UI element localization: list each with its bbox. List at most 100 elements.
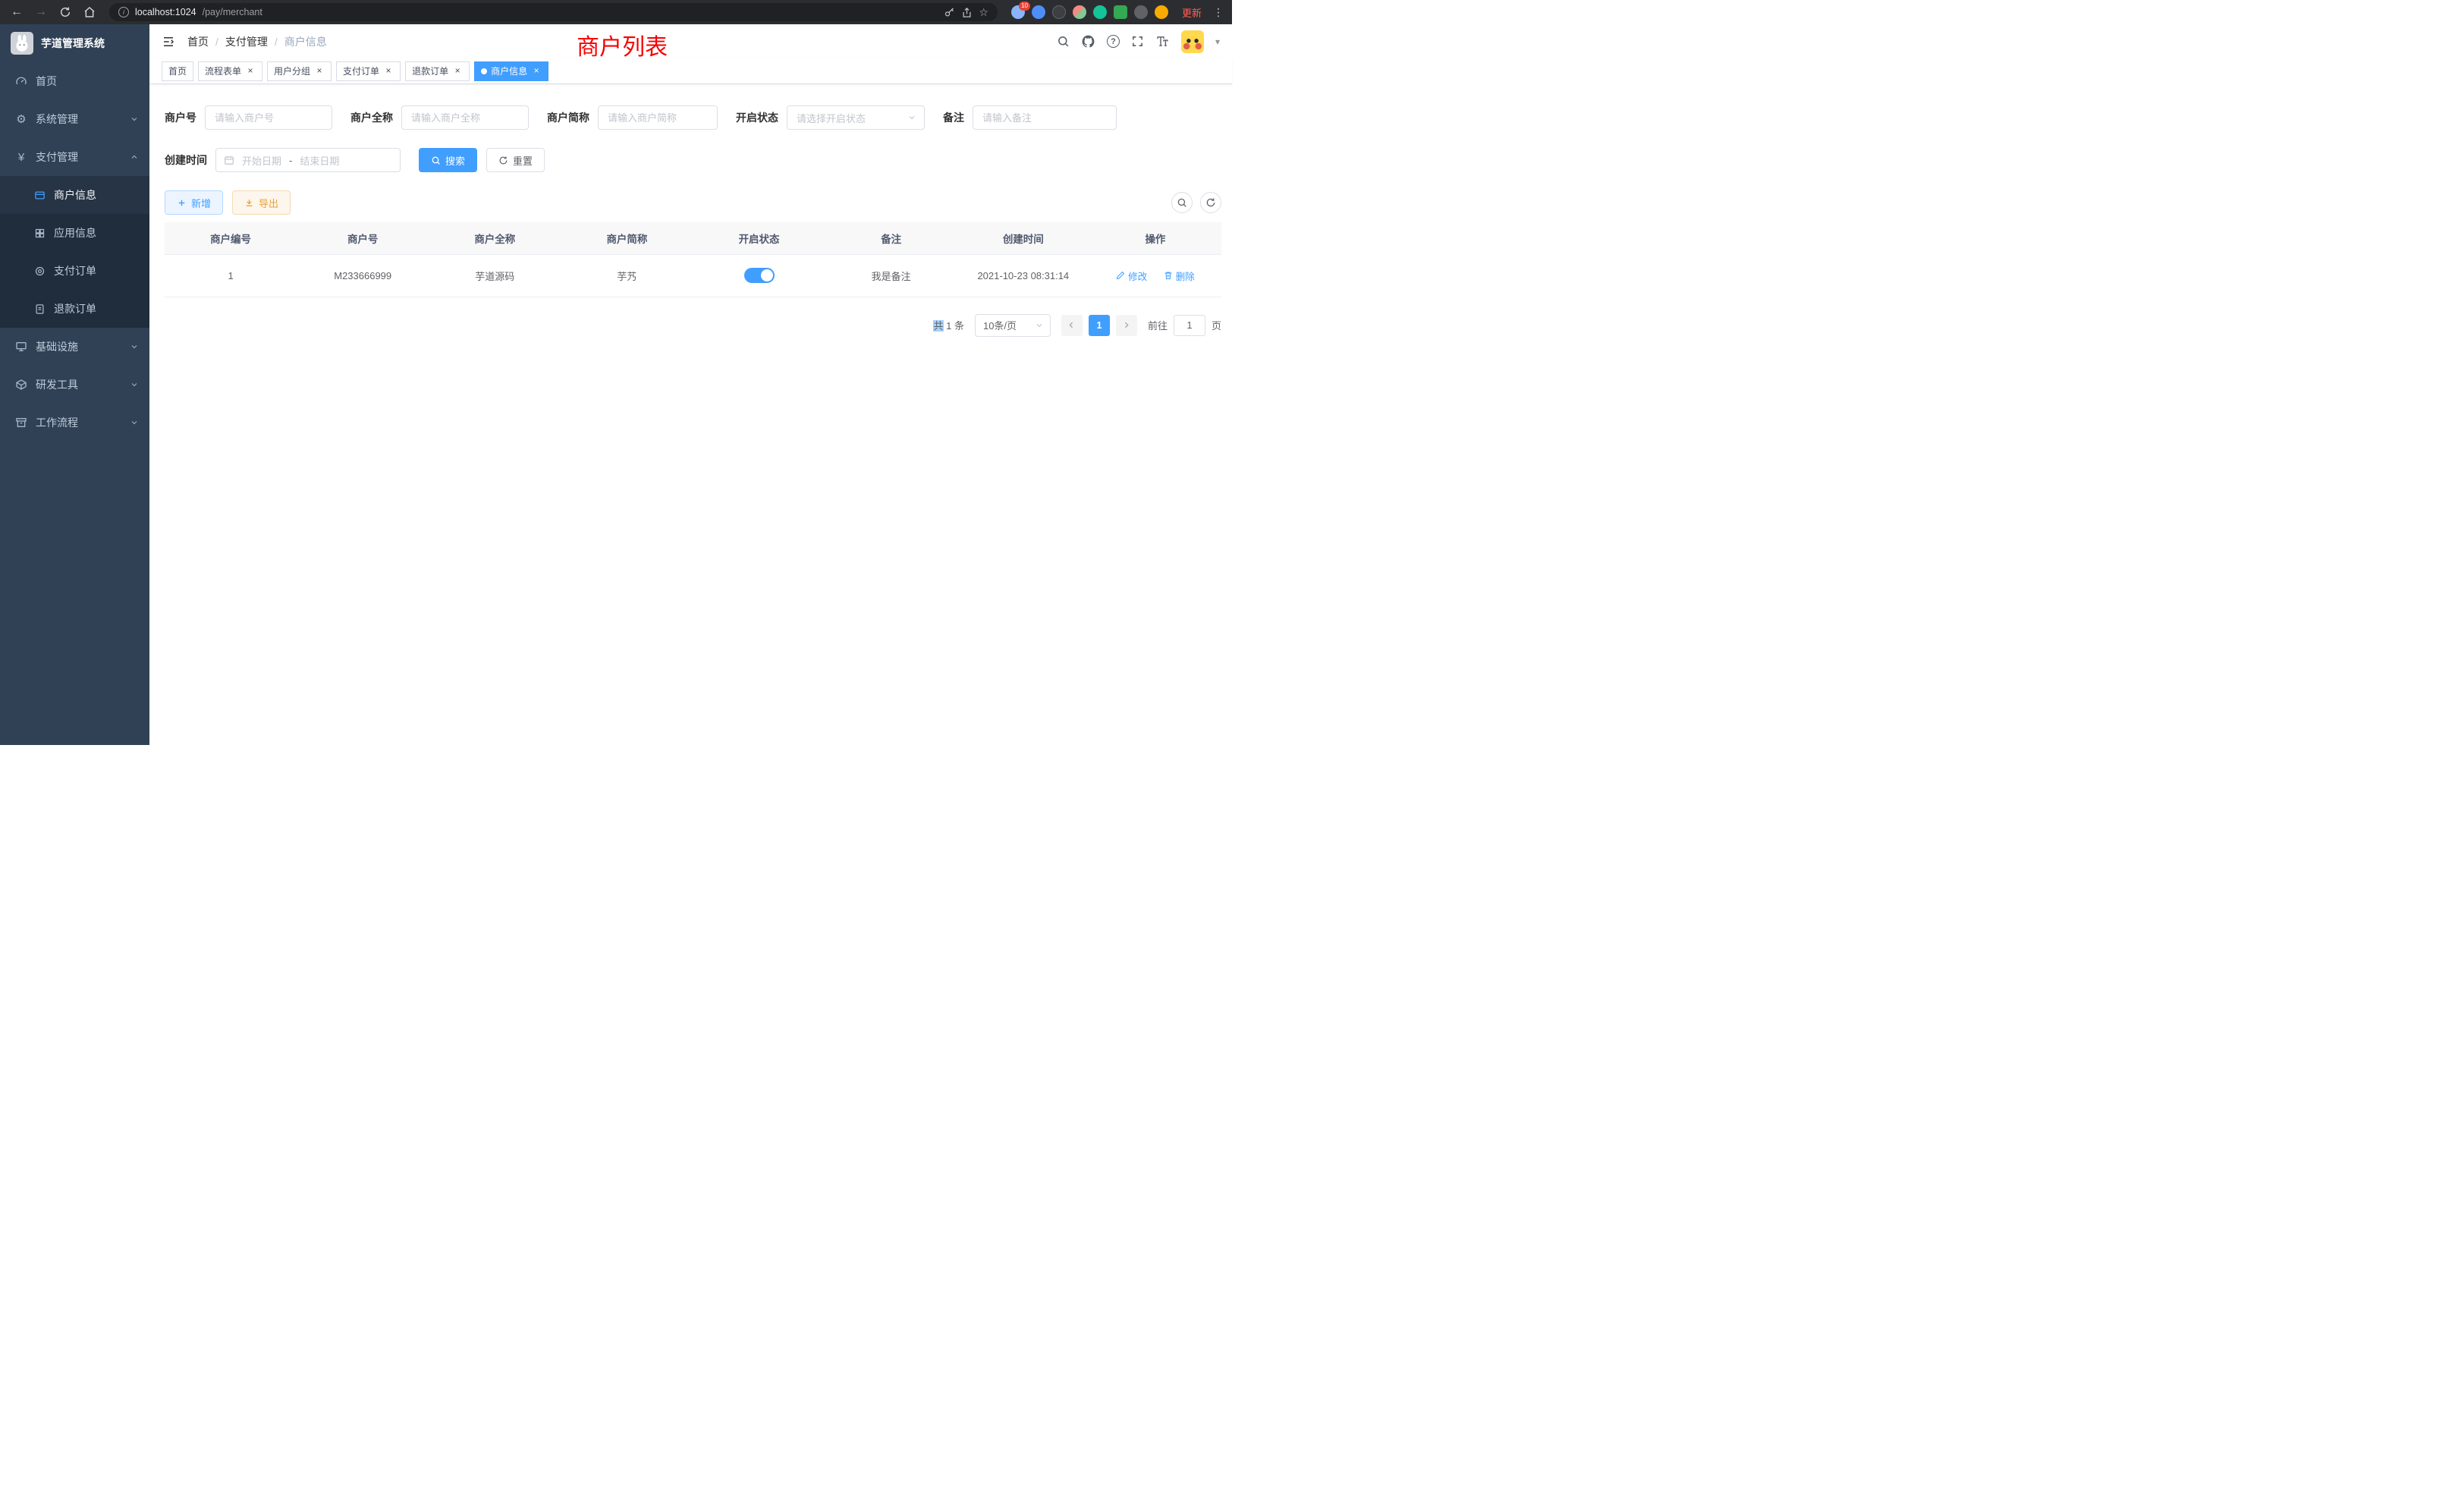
goto-page-input[interactable] <box>1174 315 1205 336</box>
edit-label: 修改 <box>1128 269 1147 283</box>
help-icon[interactable]: ? <box>1107 35 1120 48</box>
app-logo: 芋道管理系统 <box>0 24 149 62</box>
user-avatar[interactable] <box>1181 30 1204 53</box>
sidebar-item-workflow[interactable]: 工作流程 <box>0 404 149 442</box>
refresh-table-button[interactable] <box>1200 192 1221 213</box>
github-icon[interactable] <box>1081 34 1095 49</box>
table-header: 商户编号 商户号 商户全称 商户简称 开启状态 备注 创建时间 操作 <box>165 222 1221 254</box>
sidebar-item-label: 支付订单 <box>54 263 96 278</box>
prev-page-button[interactable] <box>1061 315 1083 336</box>
address-bar[interactable]: i localhost:1024 /pay/merchant ☆ <box>109 3 998 21</box>
sidebar-item-pay-order[interactable]: 支付订单 <box>0 252 149 290</box>
browser-menu-icon[interactable]: ⋮ <box>1212 6 1224 19</box>
sidebar-item-system[interactable]: ⚙ 系统管理 <box>0 100 149 138</box>
logo-rabbit-icon <box>11 32 33 55</box>
sidebar-item-merchant-info[interactable]: 商户信息 <box>0 176 149 214</box>
password-key-icon[interactable] <box>944 7 955 18</box>
sidebar-item-home[interactable]: 首页 <box>0 62 149 100</box>
merchant-no-input[interactable] <box>205 105 332 130</box>
extension-icon-3[interactable] <box>1052 5 1066 19</box>
tab-user-group[interactable]: 用户分组 × <box>267 61 332 81</box>
tab-close-icon[interactable]: × <box>452 66 463 77</box>
table-row: 1 M233666999 芋道源码 芋艿 我是备注 2021-10-23 08:… <box>165 254 1221 297</box>
tab-home[interactable]: 首页 <box>162 61 193 81</box>
next-page-button[interactable] <box>1116 315 1137 336</box>
bookmark-star-icon[interactable]: ☆ <box>979 6 988 19</box>
tab-label: 支付订单 <box>343 64 379 77</box>
pagination-total-highlight: 共 <box>933 320 943 332</box>
tab-close-icon[interactable]: × <box>245 66 256 77</box>
breadcrumb-home[interactable]: 首页 <box>187 34 209 49</box>
browser-update-button[interactable]: 更新 <box>1182 5 1202 20</box>
col-merchant-no: 商户号 <box>297 222 429 254</box>
fullscreen-icon[interactable] <box>1131 35 1144 48</box>
tab-process-form[interactable]: 流程表单 × <box>198 61 262 81</box>
avatar-caret-icon[interactable]: ▾ <box>1215 36 1220 47</box>
remark-input[interactable] <box>973 105 1117 130</box>
app-title: 芋道管理系统 <box>41 36 105 51</box>
reload-icon[interactable] <box>56 6 74 18</box>
sidebar-item-label: 研发工具 <box>36 377 78 392</box>
sidebar-item-infra[interactable]: 基础设施 <box>0 328 149 366</box>
breadcrumb-payment[interactable]: 支付管理 <box>225 34 268 49</box>
tab-merchant-info[interactable]: 商户信息 × <box>474 61 548 81</box>
short-name-input[interactable] <box>598 105 718 130</box>
chevron-down-icon <box>130 115 139 124</box>
puzzle-extensions-icon[interactable] <box>1134 5 1148 19</box>
delete-label: 删除 <box>1176 269 1195 283</box>
table-header-row: 商户编号 商户号 商户全称 商户简称 开启状态 备注 创建时间 操作 <box>165 222 1221 254</box>
sidebar-item-refund-order[interactable]: 退款订单 <box>0 290 149 328</box>
font-size-icon[interactable] <box>1155 35 1170 48</box>
url-host: localhost:1024 <box>135 7 196 17</box>
home-icon[interactable] <box>80 6 99 18</box>
share-icon[interactable] <box>961 7 973 18</box>
chevron-down-icon <box>130 418 139 427</box>
field-label: 备注 <box>943 110 964 125</box>
status-select[interactable]: 请选择开启状态 <box>787 105 925 130</box>
forward-icon[interactable]: → <box>32 5 50 19</box>
search-button[interactable]: 搜索 <box>419 148 477 172</box>
reset-button[interactable]: 重置 <box>486 148 545 172</box>
sidebar-collapse-icon[interactable] <box>162 35 175 49</box>
calendar-icon <box>224 155 234 165</box>
extension-icon-5[interactable] <box>1093 5 1107 19</box>
add-button[interactable]: 新增 <box>165 190 223 215</box>
profile-avatar-icon[interactable] <box>1155 5 1168 19</box>
sidebar-item-label: 商户信息 <box>54 187 96 203</box>
tab-close-icon[interactable]: × <box>383 66 394 77</box>
tab-close-icon[interactable]: × <box>531 66 542 77</box>
reset-button-label: 重置 <box>513 153 533 168</box>
page-size-select[interactable]: 10条/页 <box>975 314 1051 337</box>
sidebar-item-label: 工作流程 <box>36 415 78 430</box>
search-icon[interactable] <box>1057 35 1070 48</box>
extension-icon-6[interactable] <box>1114 5 1127 19</box>
back-icon[interactable]: ← <box>8 5 26 19</box>
chevron-down-icon <box>130 380 139 389</box>
site-info-icon[interactable]: i <box>118 7 129 17</box>
tab-refund-order[interactable]: 退款订单 × <box>405 61 470 81</box>
tab-label: 商户信息 <box>491 64 527 77</box>
tab-close-icon[interactable]: × <box>314 66 325 77</box>
tab-pay-order[interactable]: 支付订单 × <box>336 61 401 81</box>
extension-icon-1[interactable]: 10 <box>1011 5 1025 19</box>
col-remark: 备注 <box>825 222 957 254</box>
chevron-down-icon <box>130 342 139 351</box>
extension-icon-4[interactable] <box>1073 5 1086 19</box>
app-frame: 芋道管理系统 首页 ⚙ 系统管理 ¥ 支付管理 <box>0 24 1232 745</box>
create-time-range-picker[interactable]: 开始日期 - 结束日期 <box>215 148 401 172</box>
page-number-button[interactable]: 1 <box>1089 315 1110 336</box>
sidebar-item-dev-tools[interactable]: 研发工具 <box>0 366 149 404</box>
archive-box-icon <box>15 417 27 429</box>
sidebar-item-label: 基础设施 <box>36 339 78 354</box>
export-button[interactable]: 导出 <box>232 190 291 215</box>
sidebar-item-payment[interactable]: ¥ 支付管理 <box>0 138 149 176</box>
extension-icon-2[interactable] <box>1032 5 1045 19</box>
toggle-search-button[interactable] <box>1171 192 1193 213</box>
full-name-input[interactable] <box>401 105 529 130</box>
sidebar-item-app-info[interactable]: 应用信息 <box>0 214 149 252</box>
extensions-row: 10 <box>1008 5 1171 19</box>
status-toggle[interactable] <box>744 268 775 283</box>
url-path: /pay/merchant <box>203 7 262 17</box>
delete-link[interactable]: 删除 <box>1164 269 1195 283</box>
edit-link[interactable]: 修改 <box>1116 269 1147 283</box>
